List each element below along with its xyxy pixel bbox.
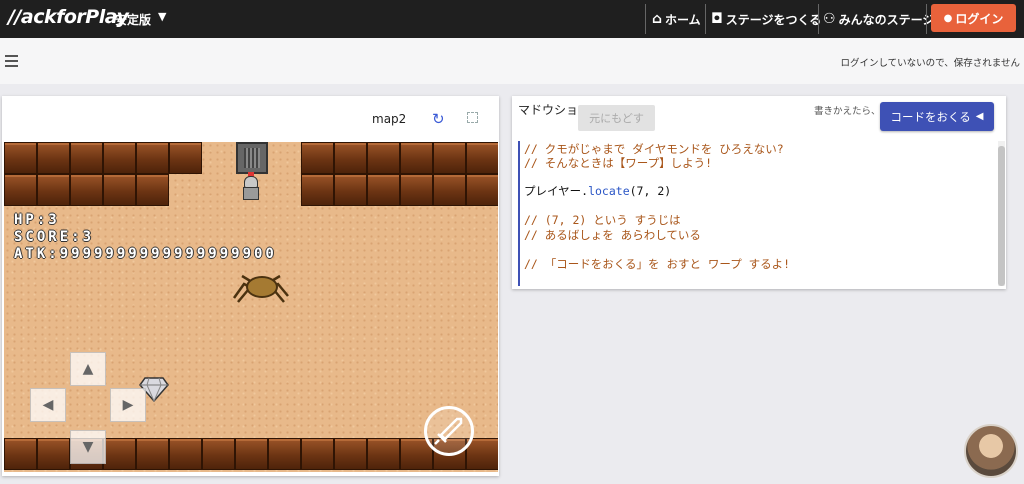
hud-atk: ATK:9999999999999999900 [14,246,277,262]
reload-icon[interactable]: ↻ [432,110,445,128]
attack-button[interactable] [424,406,474,456]
chevron-down-icon[interactable]: ▼ [158,10,166,23]
toolbar: ログインしていないので、保存されません [0,38,1024,84]
dpad-left-button[interactable]: ◀ [30,388,66,422]
send-code-button[interactable]: コードをおくる ◀ [880,102,994,131]
fullscreen-icon[interactable] [467,112,478,123]
nav-home-label: ホーム [665,12,701,27]
warp-door-sprite [236,142,268,174]
home-icon: ⌂ [652,11,663,27]
game-canvas[interactable]: HP:3 SCORE:3 ATK:9999999999999999900 ▲ ◀… [4,142,498,472]
nav-everyone-stages-button[interactable]: ⚇ みんなのステージ [823,0,934,38]
user-icon: ● [943,12,953,24]
code-file-label: マドウショ [518,103,579,117]
code-object-name: プレイヤー. [524,184,589,198]
top-navbar: //ackforPlay 安定版 ▼ ⌂ ホーム ◘ ステージをつくる ⚇ みん… [0,0,1024,38]
code-function-name: locate [588,184,630,198]
dpad-up-button[interactable]: ▲ [70,352,106,386]
code-panel: マドウショ 元にもどす 書きかえたら、 コードをおくる ◀ // クモがじゃまで… [512,96,1006,289]
code-editor[interactable]: // クモがじゃまで ダイヤモンドを ひろえない? // そんなときは【ワープ】… [518,141,996,286]
hud-hp: HP:3 [14,212,60,228]
wall-top-segment [169,142,202,174]
nav-everyone-stages-label: みんなのステージ [838,12,935,27]
send-code-label: コードをおくる [890,109,971,124]
nav-divider [818,4,819,34]
sword-icon [434,417,463,445]
player-knight-sprite [240,172,262,202]
wall-top-left-2 [4,174,169,206]
login-label: ログイン [955,11,1004,26]
send-hint-text: 書きかえたら、 [814,106,881,117]
nav-create-stage-button[interactable]: ◘ ステージをつくる [711,0,821,38]
map-name-label: map2 [372,112,407,126]
login-button[interactable]: ● ログイン [931,4,1016,32]
code-line: // (7, 2) という すうじは [524,213,681,227]
menu-icon[interactable] [5,55,18,67]
undo-button[interactable]: 元にもどす [578,105,655,131]
nav-create-stage-label: ステージをつくる [725,12,822,27]
spider-enemy-sprite [232,270,290,304]
code-line: // そんなときは【ワープ】しよう! [524,156,713,170]
reply-arrow-icon: ◀ [975,111,984,122]
wall-top-right-2 [301,174,498,206]
wall-top-left [4,142,169,174]
nav-divider [705,4,706,34]
hackforplay-logo[interactable]: //ackforPlay [8,6,129,28]
wall-top-right [301,142,498,174]
nav-divider [645,4,646,34]
editor-scrollbar[interactable] [998,141,1005,286]
game-panel: map2 ↻ HP:3 SCORE:3 ATK:9999999999999999… [2,96,499,476]
gamepad-icon: ◘ [711,11,723,27]
assistant-avatar[interactable] [964,424,1018,478]
save-notice-text: ログインしていないので、保存されません [840,58,1020,69]
nav-home-button[interactable]: ⌂ ホーム [652,0,701,38]
people-icon: ⚇ [823,11,836,27]
dpad-down-button[interactable]: ▼ [70,430,106,464]
code-line: プレイヤー.locate(7, 2) [524,183,671,199]
version-selector-label[interactable]: 安定版 [115,11,151,28]
hud-score: SCORE:3 [14,229,95,245]
code-line: // 「コードをおくる」を おすと ワープ するよ! [524,257,791,271]
code-line: // あるばしょを あらわしている [524,228,701,242]
nav-divider [926,4,927,34]
dpad-right-button[interactable]: ▶ [110,388,146,422]
code-arguments: (7, 2) [629,184,672,198]
